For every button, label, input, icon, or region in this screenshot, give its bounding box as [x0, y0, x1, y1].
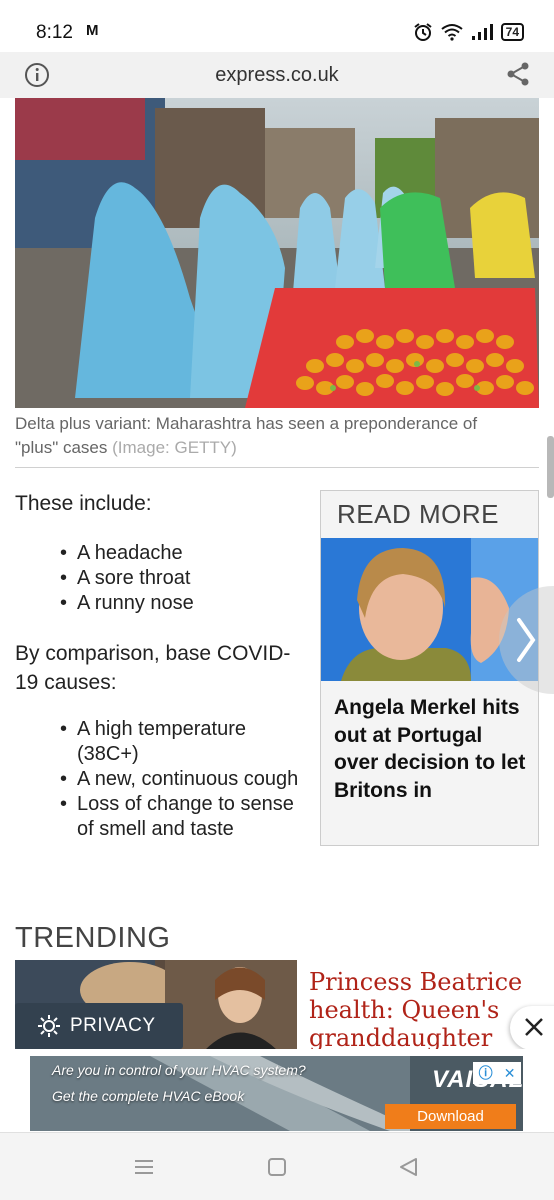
list-item: Loss of change to sense of smell and tas… [60, 792, 305, 842]
read-more-title: READ MORE [337, 499, 499, 529]
chevron-right-icon [517, 618, 536, 662]
privacy-button[interactable]: PRIVACY [15, 1003, 183, 1049]
ad-info-icon[interactable]: ⓘ [479, 1063, 493, 1083]
privacy-label: PRIVACY [70, 1015, 156, 1036]
article-hero-image[interactable] [15, 98, 539, 408]
base-covid-list: A high temperature (38C+) A new, continu… [60, 717, 305, 842]
list-item: A sore throat [60, 566, 305, 591]
gmail-icon: M [86, 22, 99, 39]
read-more-headline[interactable]: Angela Merkel hits out at Portugal over … [334, 694, 529, 804]
alarm-icon [414, 23, 432, 41]
paragraph-comparison: By comparison, base COVID-19 causes: [15, 642, 291, 694]
list-item: A new, continuous cough [60, 767, 305, 792]
recent-apps-icon[interactable] [132, 1155, 156, 1179]
url-text[interactable]: express.co.uk [0, 64, 554, 87]
browser-url-bar[interactable]: express.co.uk [0, 52, 554, 98]
signal-icon [471, 24, 493, 40]
hero-photo [15, 98, 539, 408]
carousel-next-button[interactable] [499, 586, 554, 694]
paragraph-intro: These include: [15, 492, 152, 515]
caption-text: Delta plus variant: Maharashtra has seen… [15, 414, 478, 457]
ad-close-icon[interactable]: ✕ [504, 1065, 516, 1082]
divider [15, 467, 539, 468]
ad-headline: Are you in control of your HVAC system? [52, 1062, 306, 1078]
wifi-icon [441, 24, 463, 41]
status-bar: 8:12 M 74 [0, 0, 554, 52]
trending-title: TRENDING [15, 922, 171, 954]
image-caption: Delta plus variant: Maharashtra has seen… [15, 412, 525, 460]
back-icon[interactable] [396, 1155, 420, 1179]
list-item: A headache [60, 541, 305, 566]
ad-close-button[interactable] [510, 1006, 554, 1050]
list-item: A high temperature (38C+) [60, 717, 305, 767]
close-icon [525, 1018, 543, 1036]
status-time: 8:12 [36, 22, 73, 43]
ad-banner[interactable]: Are you in control of your HVAC system? … [30, 1056, 523, 1131]
battery-icon: 74 [500, 23, 524, 41]
share-icon[interactable] [504, 60, 532, 88]
ad-area: Are you in control of your HVAC system? … [0, 1049, 554, 1132]
trending-headline[interactable]: Princess Beatrice health: Queen's grandd… [309, 968, 539, 1052]
ad-subtext: Get the complete HVAC eBook [52, 1088, 245, 1104]
scrollbar-thumb[interactable] [547, 436, 554, 498]
symptom-list: A headache A sore throat A runny nose [60, 541, 305, 616]
list-item: A runny nose [60, 591, 305, 616]
home-icon[interactable] [266, 1156, 288, 1178]
system-nav-bar [0, 1132, 554, 1200]
ad-download-button[interactable]: Download [385, 1104, 516, 1129]
adchoices-icon[interactable]: ⓘ ✕ [473, 1062, 521, 1084]
gear-icon [38, 1015, 60, 1037]
image-credit: (Image: GETTY) [112, 438, 237, 457]
status-icons: 74 [413, 22, 524, 42]
